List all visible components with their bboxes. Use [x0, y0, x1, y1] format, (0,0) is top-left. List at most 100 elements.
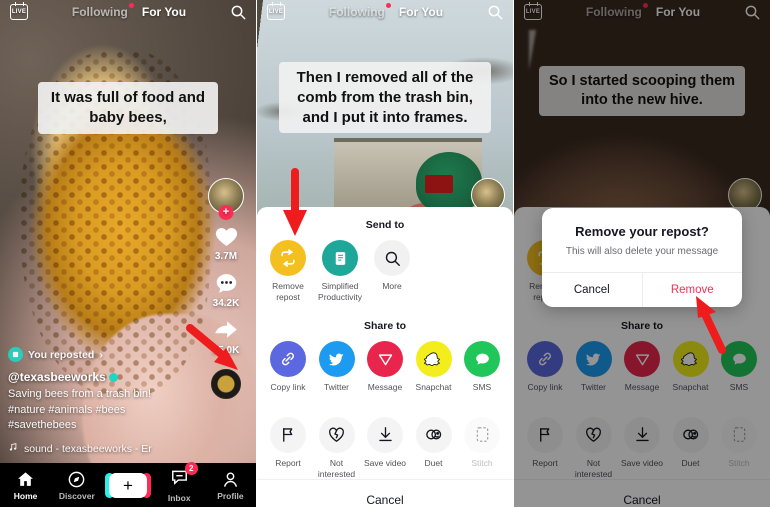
- repost-icon: [8, 347, 23, 363]
- search-icon: [374, 240, 410, 276]
- video-description: Saving bees from a trash bin! #nature #a…: [8, 388, 152, 432]
- send-to-more[interactable]: More: [369, 240, 415, 302]
- person-icon: [223, 471, 238, 487]
- music-title: sound - texasbeeworks - Er: [24, 442, 152, 455]
- action-save-video[interactable]: Save video: [362, 416, 408, 479]
- share-snapchat-label: Snapchat: [415, 382, 452, 393]
- green-cap-overlay: [415, 152, 483, 213]
- create-plus-icon[interactable]: +: [105, 472, 151, 498]
- action-not-interested-label: Not interested: [317, 457, 356, 479]
- share-copy-link-label: Copy link: [270, 382, 306, 393]
- send-to-simplified-productivity[interactable]: Simplified Productivity: [317, 240, 363, 302]
- action-save-video-label: Save video: [363, 457, 407, 468]
- search-icon[interactable]: [487, 4, 503, 20]
- action-not-interested[interactable]: Not interested: [314, 416, 360, 479]
- tab-home-label: Home: [13, 490, 38, 501]
- tab-following-label: Following: [71, 5, 128, 19]
- compass-icon: [68, 471, 85, 487]
- ghost-icon: [415, 341, 452, 378]
- share-message-label: Message: [367, 382, 403, 393]
- tab-inbox[interactable]: 2 Inbox: [154, 462, 205, 503]
- action-stitch[interactable]: Stitch: [459, 416, 505, 479]
- flag-icon: [270, 416, 306, 453]
- tab-following[interactable]: Following: [71, 3, 134, 19]
- chat-icon: [464, 341, 500, 378]
- tab-following[interactable]: Following: [328, 3, 391, 19]
- paperplane-icon: [367, 341, 403, 378]
- send-to-remove-repost-label: Remove repost: [272, 281, 304, 302]
- dialog-title: Remove your repost?: [575, 224, 709, 239]
- tab-create[interactable]: +: [102, 472, 153, 498]
- like-action[interactable]: 3.7M: [211, 222, 241, 262]
- author-handle-label: @texasbeeworks: [8, 370, 106, 385]
- dialog-buttons: Cancel Remove: [542, 272, 742, 307]
- notification-dot: [385, 3, 391, 8]
- feed-tabs-1: Following For You: [28, 3, 230, 19]
- chevron-right-icon: ›: [99, 348, 103, 361]
- sheet-cancel-button[interactable]: Cancel: [257, 479, 513, 507]
- tab-discover[interactable]: Discover: [51, 470, 102, 501]
- phone-screen-2: LIVE Following For You Then I removed al…: [257, 0, 513, 507]
- top-navigation-bar-2: LIVE Following For You: [257, 0, 513, 24]
- music-row[interactable]: sound - texasbeeworks - Er: [8, 442, 186, 455]
- action-rail-1: + 3.7M 34.2K 25.0K: [204, 178, 248, 399]
- inbox-badge: 2: [184, 462, 198, 475]
- stitch-icon: [464, 416, 500, 453]
- live-icon[interactable]: LIVE: [267, 4, 285, 20]
- share-arrow-icon: [211, 316, 241, 344]
- tab-for-you[interactable]: For You: [399, 5, 443, 19]
- action-report[interactable]: Report: [265, 416, 311, 479]
- share-sms-label: SMS: [472, 382, 492, 393]
- repost-icon: [270, 240, 306, 276]
- live-icon[interactable]: LIVE: [10, 4, 28, 20]
- share-to-row: Copy link Twitter Message Snapchat SMS: [257, 341, 513, 393]
- share-sheet-2: Send to Remove repost Simplified Product…: [257, 207, 513, 507]
- link-icon: [270, 341, 306, 378]
- tab-profile-label: Profile: [217, 490, 244, 501]
- tab-discover-label: Discover: [58, 490, 95, 501]
- action-duet[interactable]: Duet: [411, 416, 457, 479]
- dialog-cancel-button[interactable]: Cancel: [542, 273, 642, 307]
- note-icon: [322, 240, 358, 276]
- duet-icon: [415, 416, 452, 453]
- action-report-label: Report: [275, 457, 301, 468]
- tab-profile[interactable]: Profile: [205, 470, 256, 501]
- top-navigation-bar-1: LIVE Following For You: [0, 0, 256, 24]
- phone-screen-3: LIVE Following For You So I started scoo…: [514, 0, 770, 507]
- follow-button[interactable]: +: [218, 205, 234, 220]
- tab-home[interactable]: Home: [0, 470, 51, 501]
- author-handle[interactable]: @texasbeeworks: [8, 370, 186, 384]
- actions-row: Report Not interested Save video Duet St…: [257, 416, 513, 479]
- share-twitter[interactable]: Twitter: [314, 341, 360, 393]
- music-disc-icon[interactable]: [211, 369, 241, 399]
- screenshot-stage: LIVE Following For You It was full of fo…: [0, 0, 772, 507]
- comment-action[interactable]: 34.2K: [211, 269, 241, 309]
- send-to-title: Send to: [365, 219, 405, 231]
- video-caption-2: Then I removed all of the comb from the …: [279, 62, 491, 134]
- share-message[interactable]: Message: [362, 341, 408, 393]
- share-snapchat[interactable]: Snapchat: [411, 341, 457, 393]
- repost-chip[interactable]: You reposted ›: [8, 347, 186, 363]
- share-sms[interactable]: SMS: [459, 341, 505, 393]
- send-to-remove-repost[interactable]: Remove repost: [265, 240, 311, 302]
- dialog-remove-button[interactable]: Remove: [641, 273, 743, 307]
- tab-for-you[interactable]: For You: [142, 5, 186, 19]
- comment-count: 34.2K: [212, 298, 240, 309]
- video-caption-1: It was full of food and baby bees,: [38, 82, 218, 134]
- tab-inbox-label: Inbox: [167, 493, 191, 503]
- like-count: 3.7M: [214, 251, 238, 262]
- search-icon[interactable]: [230, 4, 246, 20]
- send-to-row: Remove repost Simplified Productivity Mo…: [257, 240, 513, 302]
- share-copy-link[interactable]: Copy link: [265, 341, 311, 393]
- comment-icon: [211, 269, 241, 297]
- action-duet-label: Duet: [424, 457, 443, 468]
- share-action[interactable]: 25.0K: [211, 316, 241, 356]
- bottom-tab-bar: Home Discover + 2 Inbox Profile: [0, 462, 256, 507]
- avatar[interactable]: +: [208, 178, 244, 220]
- share-twitter-label: Twitter: [323, 382, 350, 393]
- tab-following-label: Following: [328, 5, 385, 19]
- heart-icon: [211, 222, 241, 250]
- remove-repost-dialog: Remove your repost? This will also delet…: [542, 208, 742, 307]
- send-to-simplified-productivity-label: Simplified Productivity: [318, 281, 362, 302]
- phone-screen-1: LIVE Following For You It was full of fo…: [0, 0, 256, 507]
